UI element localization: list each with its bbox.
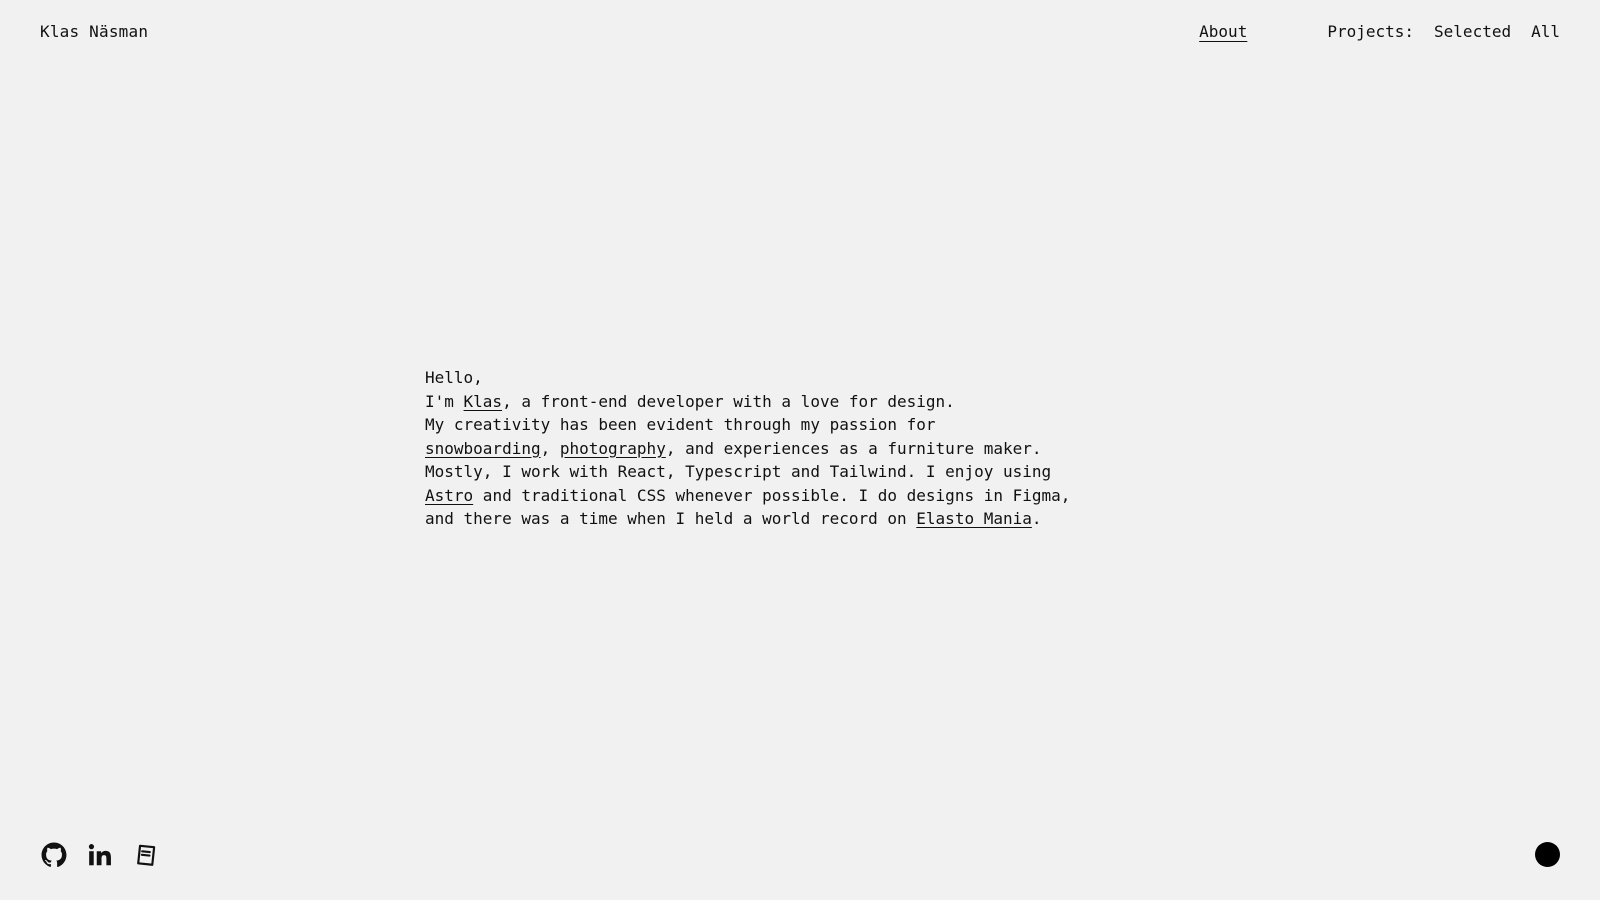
intro-text-fragment: and traditional CSS whenever possible. I… <box>473 485 1071 505</box>
nav-projects-all-link[interactable]: All <box>1531 22 1560 41</box>
elasto-mania-link[interactable]: Elasto Mania <box>916 509 1032 528</box>
intro-line-4: snowboarding, photography, and experienc… <box>425 437 1125 461</box>
intro-text-fragment: I'm <box>425 391 464 411</box>
intro-text-fragment: , <box>540 438 560 458</box>
intro-text-fragment: . <box>1031 509 1042 528</box>
intro-text-fragment: , a front-end developer with a love for … <box>502 391 955 411</box>
nav-projects-selected-link[interactable]: Selected <box>1434 22 1511 41</box>
klas-link[interactable]: Klas <box>464 392 503 411</box>
photography-link[interactable]: photography <box>560 439 666 458</box>
intro-text-fragment: , and experiences as a furniture maker. <box>665 438 1042 458</box>
page: Klas Näsman About Projects: Selected All… <box>0 0 1600 900</box>
nav-about-link[interactable]: About <box>1199 22 1247 41</box>
resume-link[interactable] <box>132 841 160 869</box>
linkedin-link[interactable] <box>86 841 114 869</box>
site-name-link[interactable]: Klas Näsman <box>40 22 148 41</box>
intro-text: Hello, I'm Klas, a front-end developer w… <box>425 366 1125 531</box>
github-icon <box>41 842 67 867</box>
intro-line-5: Mostly, I work with React, Typescript an… <box>425 462 1052 481</box>
linkedin-icon <box>88 844 111 866</box>
intro-line-7: and there was a time when I held a world… <box>425 507 1125 531</box>
main-nav: About Projects: Selected All <box>1199 22 1560 41</box>
intro-line-6: Astro and traditional CSS whenever possi… <box>425 484 1125 508</box>
nav-projects-label: Projects: <box>1327 22 1415 41</box>
astro-link[interactable]: Astro <box>425 486 473 505</box>
intro-text-fragment: and there was a time when I held a world… <box>425 509 917 528</box>
intro-line-greeting: Hello, <box>425 368 483 387</box>
resume-icon <box>137 844 156 866</box>
github-link[interactable] <box>40 841 68 869</box>
intro-line-2: I'm Klas, a front-end developer with a l… <box>425 390 1125 414</box>
social-links <box>40 841 160 869</box>
theme-toggle-button[interactable] <box>1535 842 1560 867</box>
snowboarding-link[interactable]: snowboarding <box>425 439 541 458</box>
intro-line-3: My creativity has been evident through m… <box>425 415 936 434</box>
